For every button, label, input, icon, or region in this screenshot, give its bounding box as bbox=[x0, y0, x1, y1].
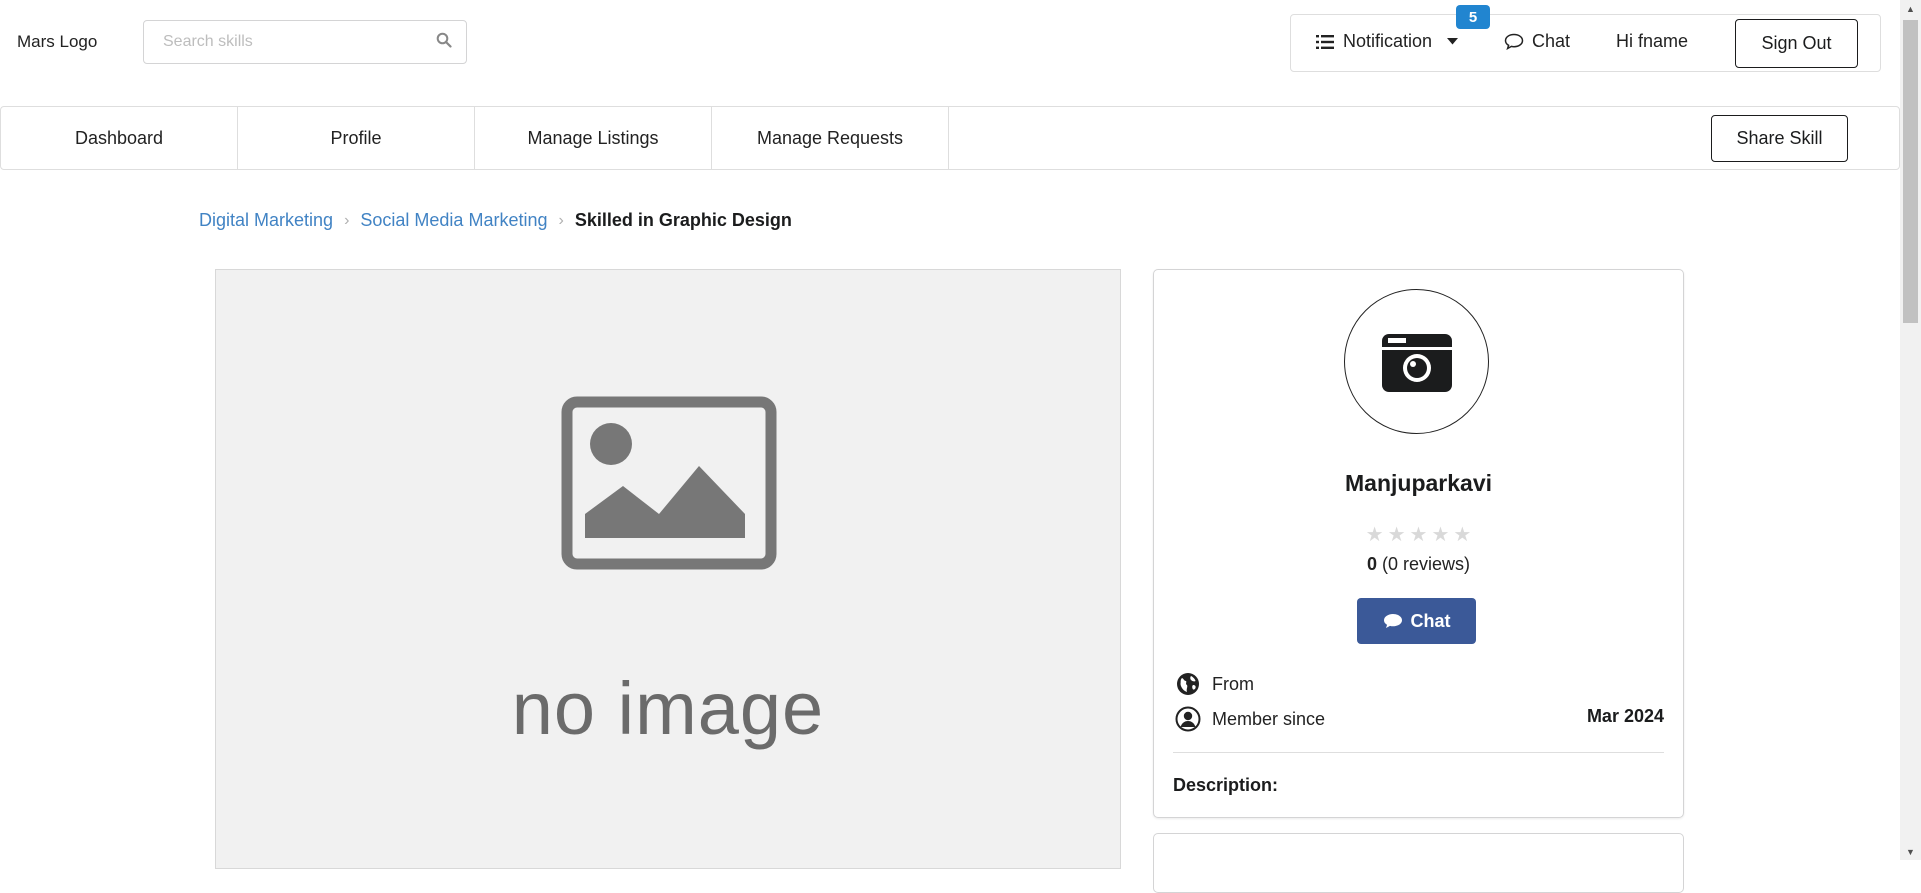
chevron-right-icon: › bbox=[558, 211, 564, 229]
skill-image-panel: no image bbox=[215, 269, 1121, 869]
breadcrumb-link[interactable]: Digital Marketing bbox=[199, 210, 333, 231]
secondary-card bbox=[1153, 833, 1684, 893]
main-nav: Dashboard Profile Manage Listings Manage… bbox=[0, 106, 1900, 170]
reviews-count: (0 reviews) bbox=[1382, 554, 1471, 574]
description-label: Description: bbox=[1173, 775, 1279, 795]
tab-dashboard[interactable]: Dashboard bbox=[1, 107, 238, 169]
tab-manage-requests[interactable]: Manage Requests bbox=[712, 107, 949, 169]
member-since-label: Member since bbox=[1212, 708, 1326, 729]
chevron-right-icon: › bbox=[344, 211, 350, 229]
site-logo[interactable]: Mars Logo bbox=[17, 32, 97, 52]
caret-down-icon bbox=[1447, 38, 1459, 45]
globe-icon bbox=[1174, 670, 1202, 698]
scroll-up-icon[interactable]: ▲ bbox=[1900, 0, 1921, 17]
no-image-text: no image bbox=[511, 667, 825, 750]
chat-bubble-icon bbox=[1504, 33, 1524, 50]
tab-manage-listings[interactable]: Manage Listings bbox=[475, 107, 712, 169]
from-label: From bbox=[1212, 673, 1254, 694]
notification-dropdown[interactable]: Notification bbox=[1316, 31, 1459, 52]
share-skill-button[interactable]: Share Skill bbox=[1711, 115, 1848, 162]
breadcrumb: Digital Marketing › Social Media Marketi… bbox=[199, 210, 792, 231]
notification-label: Notification bbox=[1343, 31, 1433, 51]
notification-count-badge: 5 bbox=[1456, 5, 1490, 29]
from-row: From bbox=[1174, 670, 1254, 698]
breadcrumb-active: Skilled in Graphic Design bbox=[574, 210, 792, 230]
member-since-value: Mar 2024 bbox=[1586, 706, 1664, 726]
list-icon bbox=[1316, 34, 1334, 50]
member-since-row: Member since bbox=[1174, 705, 1325, 733]
rating-summary: 0 (0 reviews) bbox=[1153, 554, 1684, 575]
sign-out-button[interactable]: Sign Out bbox=[1735, 19, 1858, 68]
star-icon: ★ bbox=[1453, 524, 1472, 546]
star-icon: ★ bbox=[1365, 524, 1384, 546]
divider bbox=[1173, 752, 1664, 753]
chat-label: Chat bbox=[1532, 31, 1571, 51]
search-input[interactable] bbox=[161, 32, 405, 52]
avatar bbox=[1344, 289, 1489, 434]
star-icon: ★ bbox=[1409, 524, 1428, 546]
breadcrumb-link[interactable]: Social Media Marketing bbox=[360, 210, 547, 231]
seller-name: Manjuparkavi bbox=[1345, 470, 1492, 496]
chat-button[interactable]: Chat bbox=[1357, 598, 1476, 644]
comment-icon bbox=[1383, 613, 1403, 629]
rating-value: 0 bbox=[1366, 554, 1377, 574]
star-rating: ★ ★ ★ ★ ★ bbox=[1153, 525, 1684, 545]
user-circle-icon bbox=[1174, 705, 1202, 733]
scrollbar-thumb[interactable] bbox=[1903, 20, 1918, 323]
chat-button-label: Chat bbox=[1410, 610, 1451, 631]
star-icon: ★ bbox=[1387, 524, 1406, 546]
star-icon: ★ bbox=[1431, 524, 1450, 546]
chat-link[interactable]: Chat bbox=[1504, 31, 1570, 52]
camera-icon bbox=[1380, 330, 1454, 394]
user-greeting[interactable]: Hi fname bbox=[1616, 31, 1688, 52]
search-bar[interactable] bbox=[143, 20, 467, 64]
search-icon[interactable] bbox=[436, 32, 452, 53]
image-placeholder-icon bbox=[561, 396, 777, 570]
scroll-down-icon[interactable]: ▼ bbox=[1900, 843, 1921, 860]
tab-profile[interactable]: Profile bbox=[238, 107, 475, 169]
